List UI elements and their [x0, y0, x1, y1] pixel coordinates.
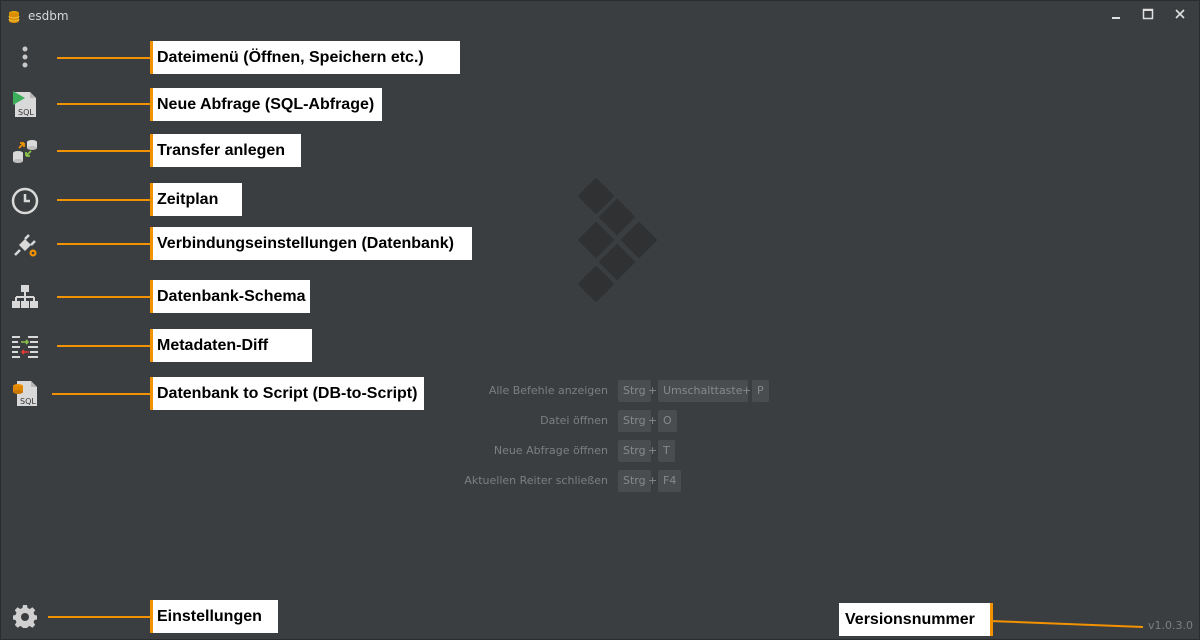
callout-version: Versionsnummer [839, 603, 993, 636]
callout-connection-settings: Verbindungseinstellungen (Datenbank) [150, 227, 472, 260]
svg-text:SQL: SQL [18, 108, 34, 117]
db-to-script-icon[interactable]: SQL [9, 377, 41, 409]
callout-new-query: Neue Abfrage (SQL-Abfrage) [150, 88, 382, 121]
key-badge: Umschalttaste [658, 380, 748, 402]
version-label: v1.0.3.0 [1148, 619, 1193, 632]
transfer-icon[interactable] [9, 135, 41, 167]
key-badge: Strg [618, 380, 651, 402]
shortcut-row: Neue Abfrage öffnen Strg + T [460, 440, 790, 462]
version-leader [990, 620, 1144, 628]
key-badge: O [658, 410, 677, 432]
key-badge: P [752, 380, 769, 402]
database-icon [8, 9, 20, 28]
gear-icon[interactable] [9, 600, 41, 632]
key-badge: Strg [618, 410, 651, 432]
callout-db-schema: Datenbank-Schema [150, 280, 310, 313]
callout-metadata-diff: Metadaten-Diff [150, 329, 312, 362]
diff-icon[interactable] [9, 330, 41, 362]
callout-db-to-script: Datenbank to Script (DB-to-Script) [150, 377, 424, 410]
callout-settings: Einstellungen [150, 600, 278, 633]
key-badge: F4 [658, 470, 682, 492]
plug-settings-icon[interactable] [9, 229, 41, 261]
title-bar: esdbm [0, 0, 1200, 32]
shortcut-row: Alle Befehle anzeigen Strg + Umschalttas… [460, 380, 790, 402]
key-badge: T [658, 440, 675, 462]
callout-file-menu: Dateimenü (Öffnen, Speichern etc.) [150, 41, 460, 74]
more-vertical-icon[interactable] [9, 41, 41, 73]
clock-icon[interactable] [9, 185, 41, 217]
hierarchy-icon[interactable] [9, 281, 41, 313]
key-badge: Strg [618, 470, 651, 492]
maximize-button[interactable] [1136, 5, 1160, 25]
shortcut-row: Aktuellen Reiter schließen Strg + F4 [460, 470, 790, 492]
sql-query-icon[interactable]: SQL [9, 88, 41, 120]
close-button[interactable] [1168, 5, 1192, 25]
shortcut-row: Datei öffnen Strg + O [460, 410, 790, 432]
window-title: esdbm [28, 9, 69, 23]
key-badge: Strg [618, 440, 651, 462]
callout-transfer: Transfer anlegen [150, 134, 301, 167]
svg-text:SQL: SQL [20, 397, 36, 406]
minimize-button[interactable] [1104, 5, 1128, 25]
app-logo [577, 177, 658, 303]
callout-schedule: Zeitplan [150, 183, 242, 216]
